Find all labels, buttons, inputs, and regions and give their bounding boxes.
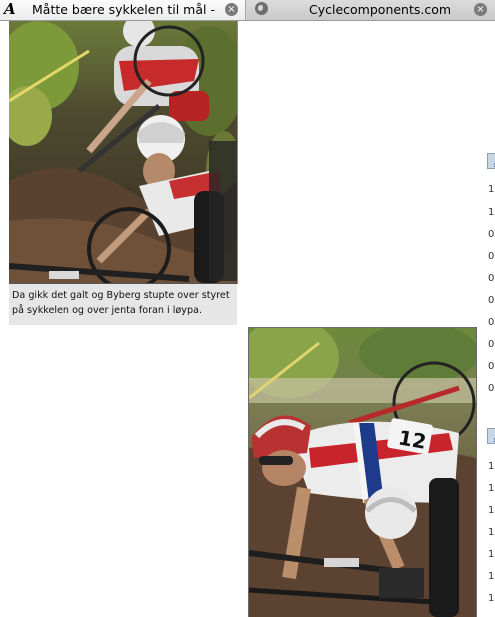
sidebar-header-box[interactable]: › [487, 153, 495, 171]
tab-article[interactable]: A Måtte bære sykkelen til mål - ... × [0, 0, 246, 20]
sidebar-value: 0 [488, 317, 495, 328]
article-photo-bottom: 12 [248, 327, 477, 617]
tab-cyclecomponents[interactable]: Cyclecomponents.com × [247, 0, 495, 20]
sidebar-value: 1 [488, 549, 495, 560]
globe-icon [255, 2, 268, 15]
sidebar-value: 0 [488, 383, 495, 394]
sidebar-value: 1 [488, 184, 495, 195]
right-sidebar-clipped: › 1 1 0 0 0 0 0 0 0 0 › 1 1 1 1 1 1 1 [484, 21, 495, 616]
page-content: Da gikk det galt og Byberg stupte over s… [0, 21, 495, 617]
sidebar-value: 0 [488, 273, 495, 284]
article-photo-top [9, 21, 238, 284]
sidebar-value: 1 [488, 505, 495, 516]
sidebar-header-box[interactable]: › [487, 428, 495, 446]
tab-title: Måtte bære sykkelen til mål - ... [32, 2, 217, 17]
sidebar-value: 1 [488, 461, 495, 472]
close-icon[interactable]: × [225, 3, 238, 16]
tab-title: Cyclecomponents.com [309, 2, 452, 17]
svg-text:12: 12 [397, 425, 429, 453]
sidebar-value: 1 [488, 527, 495, 538]
photo-top-image [9, 21, 237, 283]
sidebar-value: 0 [488, 229, 495, 240]
sidebar-value: 1 [488, 593, 495, 604]
photo-caption: Da gikk det galt og Byberg stupte over s… [9, 284, 237, 325]
tab-bar: A Måtte bære sykkelen til mål - ... × Cy… [0, 0, 495, 21]
sidebar-value: 0 [488, 361, 495, 372]
sidebar-value: 1 [488, 571, 495, 582]
sidebar-value: 0 [488, 339, 495, 350]
aftenposten-a-icon: A [4, 0, 16, 18]
sidebar-value: 1 [488, 483, 495, 494]
close-icon[interactable]: × [474, 3, 487, 16]
photo-bottom-image: 12 [249, 328, 476, 617]
sidebar-value: 1 [488, 207, 495, 218]
sidebar-value: 0 [488, 295, 495, 306]
sidebar-value: 0 [488, 251, 495, 262]
